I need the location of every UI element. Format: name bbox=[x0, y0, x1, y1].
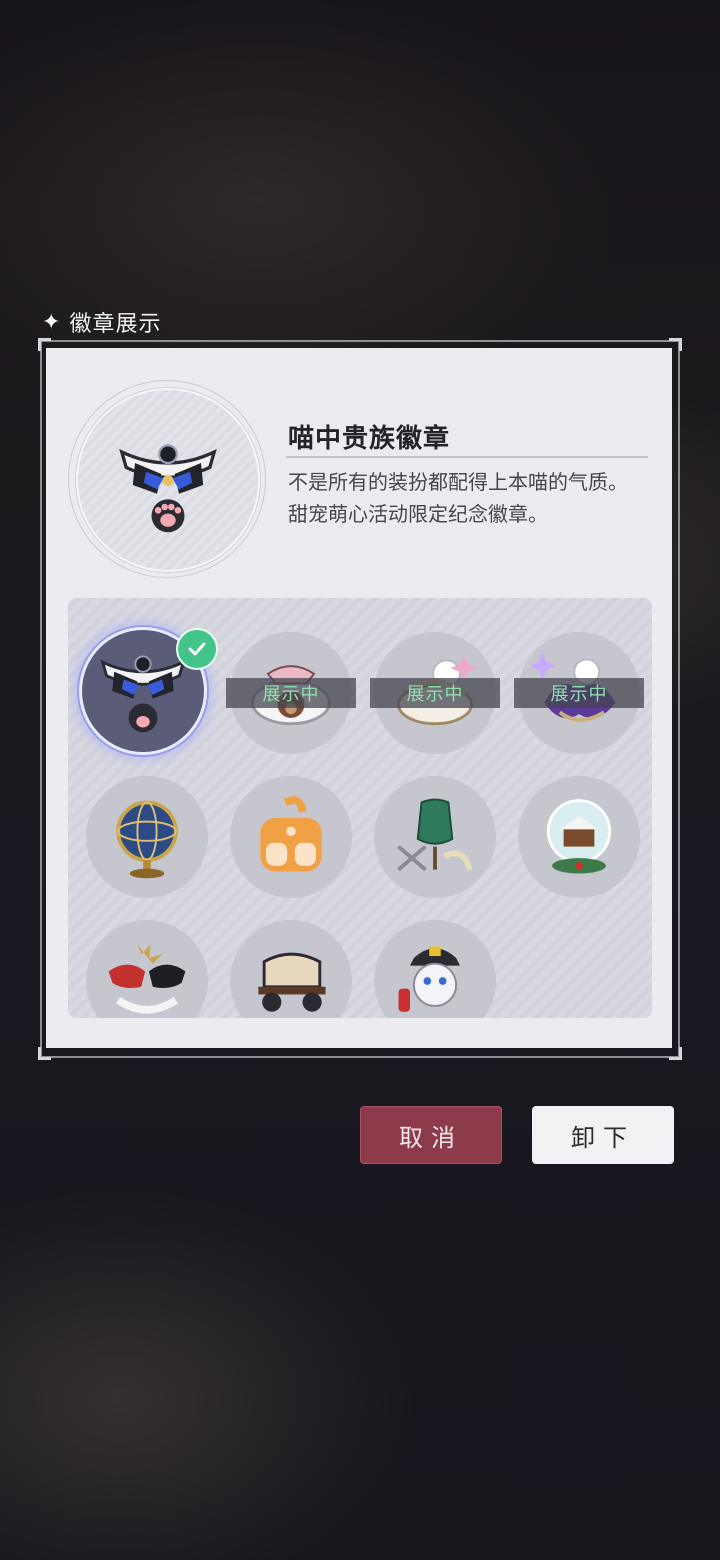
section-header: ✦ 徽章展示 bbox=[42, 306, 161, 338]
sewing-mannequin-badge-icon bbox=[397, 798, 473, 872]
badge-description: 不是所有的装扮都配得上本喵的气质。甜宠萌心活动限定纪念徽章。 bbox=[288, 470, 628, 526]
wagon-badge-icon bbox=[258, 952, 326, 1012]
cat-collar-badge-icon bbox=[119, 444, 217, 533]
section-title: 徽章展示 bbox=[69, 312, 162, 337]
badge-slot-3[interactable]: 展示中 bbox=[370, 632, 500, 754]
badge-slot-10[interactable] bbox=[230, 920, 352, 1018]
shown-label: 展示中 bbox=[514, 678, 644, 708]
badge-slot-11[interactable] bbox=[374, 920, 496, 1018]
unload-button[interactable]: 卸下 bbox=[532, 1106, 674, 1164]
shown-label: 展示中 bbox=[370, 678, 500, 708]
badge-slot-9[interactable] bbox=[86, 920, 208, 1018]
snow-globe-badge-icon bbox=[546, 799, 612, 874]
selected-check-icon bbox=[176, 628, 218, 670]
badge-slot-8[interactable] bbox=[518, 776, 640, 898]
badge-slot-7[interactable] bbox=[374, 776, 496, 898]
title-divider bbox=[286, 456, 648, 458]
badge-name: 喵中贵族徽章 bbox=[288, 424, 451, 454]
selected-badge-preview bbox=[76, 388, 260, 572]
masquerade-mask-badge-icon bbox=[108, 944, 186, 1014]
badge-slot-4[interactable]: 展示中 bbox=[514, 632, 644, 754]
badge-slot-5[interactable] bbox=[86, 776, 208, 898]
cancel-button[interactable]: 取消 bbox=[360, 1106, 502, 1164]
cat-collar-badge-icon bbox=[100, 655, 186, 733]
shown-label: 展示中 bbox=[226, 678, 356, 708]
sparkle-icon: ✦ bbox=[42, 309, 62, 335]
globe-armillary-badge-icon bbox=[116, 800, 178, 879]
badge-slot-2[interactable]: 展示中 bbox=[226, 632, 356, 754]
firefighter-dog-badge-icon bbox=[398, 946, 460, 1012]
orange-cat-badge-icon bbox=[260, 796, 322, 872]
badge-grid[interactable]: 展示中 展示中 展示中 bbox=[68, 598, 652, 1018]
badge-slot-6[interactable] bbox=[230, 776, 352, 898]
